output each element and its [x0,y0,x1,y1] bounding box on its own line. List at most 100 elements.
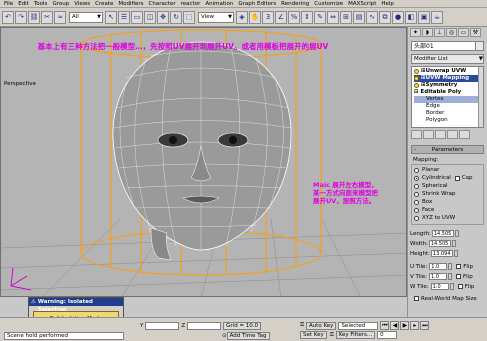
snap-icon[interactable]: 3 [262,10,274,24]
bulb-icon[interactable] [414,83,419,88]
move-icon[interactable]: ✥ [157,10,169,24]
auto-key-button[interactable]: Auto Key [305,321,337,330]
auto-key-selection-dropdown[interactable]: Selected [338,321,379,330]
show-end-result-icon[interactable] [423,130,434,139]
stack-item-symmetry[interactable]: ⊞ Symmetry [414,82,481,89]
window-crossing-icon[interactable]: ◫ [144,10,156,24]
height-input[interactable]: 13.094 [431,250,454,257]
radio-button[interactable] [414,191,419,197]
select-object-icon[interactable]: ↖ [105,10,117,24]
material-editor-icon[interactable]: ● [392,10,404,24]
subobject-vertex[interactable]: Vertex [414,96,481,103]
set-key-button[interactable]: Set Key [300,331,327,339]
go-to-start-icon[interactable]: ⏮ [380,321,390,330]
quick-render-icon[interactable]: ☕ [431,10,443,24]
utilities-tab-icon[interactable]: ⚒ [470,28,481,37]
configure-sets-icon[interactable] [459,130,470,139]
length-input[interactable]: 14.505 [431,230,454,237]
curve-editor-icon[interactable]: ∿ [366,10,378,24]
motion-tab-icon[interactable]: ◎ [446,28,457,37]
mapping-xyz-to-uvw[interactable]: XYZ to UVW [414,214,481,222]
mapping-box[interactable]: Box [414,198,481,206]
stack-item-uvw-mapping[interactable]: ⊞ UVW Mapping [414,75,481,82]
stack-item-unwrap[interactable]: ⊞ Unwrap UVW [414,68,481,75]
scale-icon[interactable]: ⬚ [183,10,195,24]
make-unique-icon[interactable] [435,130,446,139]
play-icon[interactable]: ▶ [400,321,410,330]
remove-modifier-icon[interactable] [447,130,458,139]
menu-rendering[interactable]: Rendering [281,1,309,7]
width-input[interactable]: 14.505 [428,240,451,247]
subobject-polygon[interactable]: Polygon [414,117,481,124]
v-tile-spinner[interactable] [448,273,452,280]
modifier-list-dropdown[interactable]: Modifier List ▼ [411,54,484,64]
head-mesh[interactable] [112,41,292,261]
bind-space-warp-icon[interactable]: ≈ [54,10,66,24]
menu-modifiers[interactable]: Modifiers [118,1,143,7]
v-flip-checkbox[interactable] [456,274,461,279]
stack-scrollbar[interactable] [478,67,483,127]
named-selection-icon[interactable]: ✎ [314,10,326,24]
modify-tab-icon[interactable]: ◗ [422,28,433,37]
display-tab-icon[interactable]: ▭ [458,28,469,37]
u-tile-spinner[interactable] [448,263,453,270]
menu-animation[interactable]: Animation [205,1,233,7]
key-filters-button[interactable]: Key Filters... [335,331,376,339]
redo-icon[interactable]: ↷ [15,10,27,24]
u-flip-checkbox[interactable] [456,264,462,269]
unlink-icon[interactable]: ✂ [41,10,53,24]
mapping-planar[interactable]: Planar [414,166,481,174]
undo-icon[interactable]: ↶ [2,10,14,24]
mapping-shrink-wrap[interactable]: Shrink Wrap [414,190,481,198]
render-setup-icon[interactable]: ◧ [405,10,417,24]
manipulate-icon[interactable]: ✋ [249,10,261,24]
hierarchy-tab-icon[interactable]: ⊥ [434,28,445,37]
next-frame-icon[interactable]: ▸ [410,321,420,330]
perspective-viewport[interactable]: 基本上有三种方法把一般模型…，先按照UV展开到展开UV。或者用模板把展开的展UV… [0,27,407,297]
menu-character[interactable]: Character [149,1,176,7]
w-flip-checkbox[interactable] [457,284,463,289]
menu-maxscript[interactable]: MAXScript [348,1,376,7]
parameters-rollout-header[interactable]: - Parameters [411,145,484,154]
subobject-edge[interactable]: Edge [414,103,481,110]
real-world-checkbox[interactable] [414,296,419,301]
spinner-snap-icon[interactable]: ⇕ [301,10,313,24]
radio-button[interactable] [414,215,419,221]
menu-edit[interactable]: Edit [18,1,29,7]
angle-snap-icon[interactable]: ∠ [275,10,287,24]
radio-button[interactable] [414,175,419,181]
selection-filter-dropdown[interactable]: All ▼ [69,11,103,23]
pivot-icon[interactable]: ◈ [236,10,248,24]
mapping-spherical[interactable]: Spherical [414,182,481,190]
bulb-icon[interactable] [414,69,419,74]
u-tile-input[interactable]: 1.0 [429,263,448,270]
v-tile-input[interactable]: 1.0 [429,273,447,280]
subobject-border[interactable]: Border [414,110,481,117]
menu-create[interactable]: Create [95,1,113,7]
cap-checkbox[interactable] [454,175,460,181]
menu-customize[interactable]: Customize [314,1,343,7]
menu-group[interactable]: Group [52,1,69,7]
radio-button[interactable] [414,207,419,213]
schematic-view-icon[interactable]: ⧉ [379,10,391,24]
radio-button[interactable] [414,199,419,205]
radio-button[interactable] [414,183,419,189]
menu-views[interactable]: Views [74,1,90,7]
create-tab-icon[interactable]: ✦ [410,28,421,37]
mapping-face[interactable]: Face [414,206,481,214]
menu-help[interactable]: Help [381,1,394,7]
rect-selection-icon[interactable]: ▭ [131,10,143,24]
menu-tools[interactable]: Tools [34,1,48,7]
object-color-swatch[interactable] [475,41,484,51]
coord-system-dropdown[interactable]: View ▼ [198,11,234,23]
object-name-field[interactable]: 头部01 [411,41,484,51]
link-icon[interactable]: ⛓ [28,10,40,24]
mapping-cylindrical[interactable]: Cylindrical Cap [414,174,481,182]
w-tile-input[interactable]: 1.0 [430,283,449,290]
add-time-tag-button[interactable]: Add Time Tag [226,332,270,340]
select-by-name-icon[interactable]: ☰ [118,10,130,24]
viewport-label[interactable]: Perspective [4,81,36,87]
radio-button[interactable] [414,167,419,173]
bulb-icon[interactable] [414,76,419,81]
current-frame-input[interactable]: 0 [377,331,398,339]
